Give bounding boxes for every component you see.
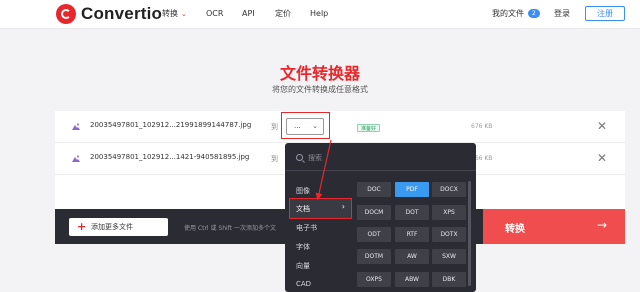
chevron-down-icon: ⌄ bbox=[181, 10, 187, 18]
search-icon bbox=[296, 154, 303, 161]
format-option[interactable]: DOCX bbox=[432, 182, 466, 197]
logo[interactable]: Convertio bbox=[56, 4, 162, 24]
nav-convert[interactable]: 转换 ⌄ bbox=[162, 0, 187, 28]
multi-select-hint: 使用 Ctrl 或 Shift 一次添加多个文 bbox=[184, 225, 276, 232]
convert-button-label: 转换 bbox=[505, 224, 525, 235]
image-file-icon bbox=[72, 123, 80, 130]
format-option[interactable]: RTF bbox=[395, 227, 429, 242]
file-count-badge: 2 bbox=[528, 9, 540, 18]
format-option[interactable]: OXPS bbox=[357, 272, 391, 287]
logo-text: Convertio bbox=[81, 4, 163, 23]
add-more-label: 添加更多文件 bbox=[91, 223, 133, 231]
page-title: 文件转换器 bbox=[279, 64, 360, 83]
category-item-document[interactable]: 文档 › bbox=[289, 198, 352, 219]
to-label: 到 bbox=[271, 123, 278, 131]
format-search-input[interactable]: 搜索 bbox=[308, 153, 322, 163]
nav-help[interactable]: Help bbox=[310, 0, 328, 28]
signup-button[interactable]: 注册 bbox=[585, 6, 625, 21]
plus-icon: + bbox=[77, 220, 87, 233]
format-option[interactable]: AW bbox=[395, 249, 429, 264]
category-item-cad[interactable]: CAD bbox=[296, 280, 311, 288]
format-select-highlight bbox=[281, 112, 330, 139]
status-badge: 准备好 bbox=[357, 124, 381, 132]
file-name: 20035497801_102912...1421-940581895.jpg bbox=[90, 153, 250, 161]
close-icon[interactable]: ✕ bbox=[597, 119, 607, 133]
to-label: 到 bbox=[271, 155, 278, 163]
image-file-icon bbox=[72, 155, 80, 162]
top-header: Convertio 转换 ⌄ OCR API 定价 Help 我的文件 2 登录 注… bbox=[0, 0, 640, 29]
category-item-image[interactable]: 图像 bbox=[296, 186, 310, 196]
format-option[interactable]: ODT bbox=[357, 227, 391, 242]
my-files-label: 我的文件 bbox=[492, 9, 524, 18]
file-size: 676 KB bbox=[471, 123, 493, 130]
nav-convert-label: 转换 bbox=[162, 9, 178, 18]
format-option[interactable]: ABW bbox=[395, 272, 429, 287]
format-option-selected[interactable]: PDF bbox=[395, 182, 429, 197]
dropdown-scrollbar[interactable] bbox=[468, 181, 471, 286]
format-option[interactable]: DBK bbox=[432, 272, 466, 287]
format-option[interactable]: DOT bbox=[395, 205, 429, 220]
divider bbox=[285, 170, 476, 171]
add-more-files-button[interactable]: + 添加更多文件 bbox=[69, 218, 168, 236]
category-item-font[interactable]: 字体 bbox=[296, 242, 310, 252]
format-option[interactable]: DOTM bbox=[357, 249, 391, 264]
nav-my-files[interactable]: 我的文件 2 bbox=[492, 0, 540, 28]
page-subtitle: 将您的文件转换成任意格式 bbox=[272, 85, 368, 94]
format-option[interactable]: DOTX bbox=[432, 227, 466, 242]
close-icon[interactable]: ✕ bbox=[597, 151, 607, 165]
chevron-right-icon: › bbox=[341, 202, 345, 211]
format-option[interactable]: DOCM bbox=[357, 205, 391, 220]
arrow-right-icon: → bbox=[597, 218, 608, 232]
convertio-logo-icon bbox=[56, 4, 76, 24]
nav-pricing[interactable]: 定价 bbox=[275, 0, 291, 28]
format-option[interactable]: SXW bbox=[432, 249, 466, 264]
format-option[interactable]: DOC bbox=[357, 182, 391, 197]
category-label: 文档 bbox=[296, 205, 310, 213]
format-option[interactable]: XPS bbox=[432, 205, 466, 220]
nav-api[interactable]: API bbox=[242, 0, 255, 28]
category-item-ebook[interactable]: 电子书 bbox=[296, 223, 317, 233]
category-item-vector[interactable]: 向量 bbox=[296, 261, 310, 271]
nav-ocr[interactable]: OCR bbox=[206, 0, 223, 28]
login-link[interactable]: 登录 bbox=[554, 0, 570, 28]
file-name: 20035497801_102912...21991899144787.jpg bbox=[90, 121, 252, 129]
file-row: 20035497801_102912...21991899144787.jpg … bbox=[55, 111, 625, 143]
